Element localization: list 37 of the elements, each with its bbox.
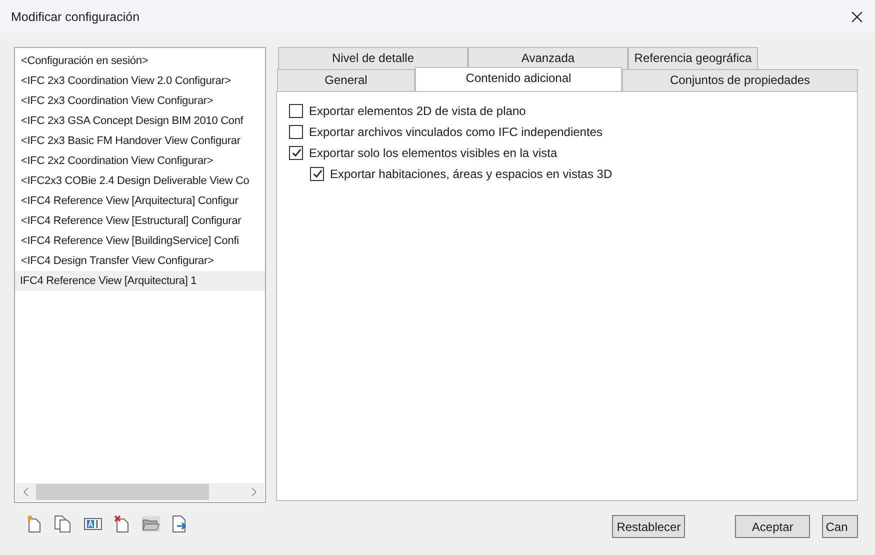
configuration-item[interactable]: <IFC4 Design Transfer View Configurar> xyxy=(15,251,265,271)
folder-icon[interactable] xyxy=(142,516,160,532)
checkbox[interactable] xyxy=(289,146,303,160)
close-icon[interactable] xyxy=(851,10,863,22)
tab[interactable]: General xyxy=(277,69,415,91)
tab[interactable]: Conjuntos de propiedades xyxy=(622,69,858,91)
configuration-item[interactable]: <IFC2x3 COBie 2.4 Design Deliverable View Co xyxy=(15,171,265,191)
copy-icon[interactable] xyxy=(54,515,72,533)
configuration-item[interactable]: <IFC 2x3 Basic FM Handover View Configurar xyxy=(15,131,265,151)
reset-button[interactable]: Restablecer xyxy=(612,515,686,538)
tab[interactable]: Referencia geográfica xyxy=(628,47,758,69)
ok-button[interactable]: Aceptar xyxy=(735,515,810,538)
checkbox-label: Exportar archivos vinculados como IFC independientes xyxy=(309,124,602,138)
checkbox-label: Exportar elementos 2D de vista de plano xyxy=(309,104,526,118)
configuration-item[interactable]: <IFC 2x3 Coordination View 2.0 Configurar> xyxy=(15,71,265,91)
configuration-item[interactable]: <IFC4 Reference View [Estructural] Configurar xyxy=(15,211,265,231)
cancel-button[interactable]: Can xyxy=(822,515,858,538)
tab[interactable]: Nivel de detalle xyxy=(278,47,468,69)
configuration-item[interactable]: <IFC 2x3 Coordination View Configurar> xyxy=(15,91,265,111)
configuration-item[interactable]: IFC4 Reference View [Arquitectura] 1 xyxy=(15,271,265,291)
configuration-item[interactable]: <IFC4 Reference View [Arquitectura] Configur xyxy=(15,191,265,211)
configuration-item[interactable]: <Configuración en sesión> xyxy=(15,51,265,71)
window-title: Modificar configuración xyxy=(11,10,140,24)
checkbox[interactable] xyxy=(289,104,303,118)
configuration-item[interactable]: <IFC 2x3 GSA Concept Design BIM 2010 Conf xyxy=(15,111,265,131)
new-document-icon[interactable] xyxy=(26,515,42,533)
checkbox-label: Exportar habitaciones, áreas y espacios en vistas 3D xyxy=(330,166,612,180)
checkbox[interactable] xyxy=(310,166,324,180)
checkbox[interactable] xyxy=(289,124,303,138)
configuration-item[interactable]: <IFC4 Reference View [BuildingService] Confi xyxy=(15,231,265,251)
export-document-icon[interactable] xyxy=(172,515,189,533)
delete-document-icon[interactable] xyxy=(114,515,130,533)
tab[interactable]: Contenido adicional xyxy=(415,67,622,91)
rename-icon[interactable] xyxy=(84,517,102,531)
tab[interactable]: Avanzada xyxy=(468,47,628,69)
checkbox-label: Exportar solo los elementos visibles en la vista xyxy=(309,146,558,160)
configuration-item[interactable]: <IFC 2x2 Coordination View Configurar> xyxy=(15,151,265,171)
